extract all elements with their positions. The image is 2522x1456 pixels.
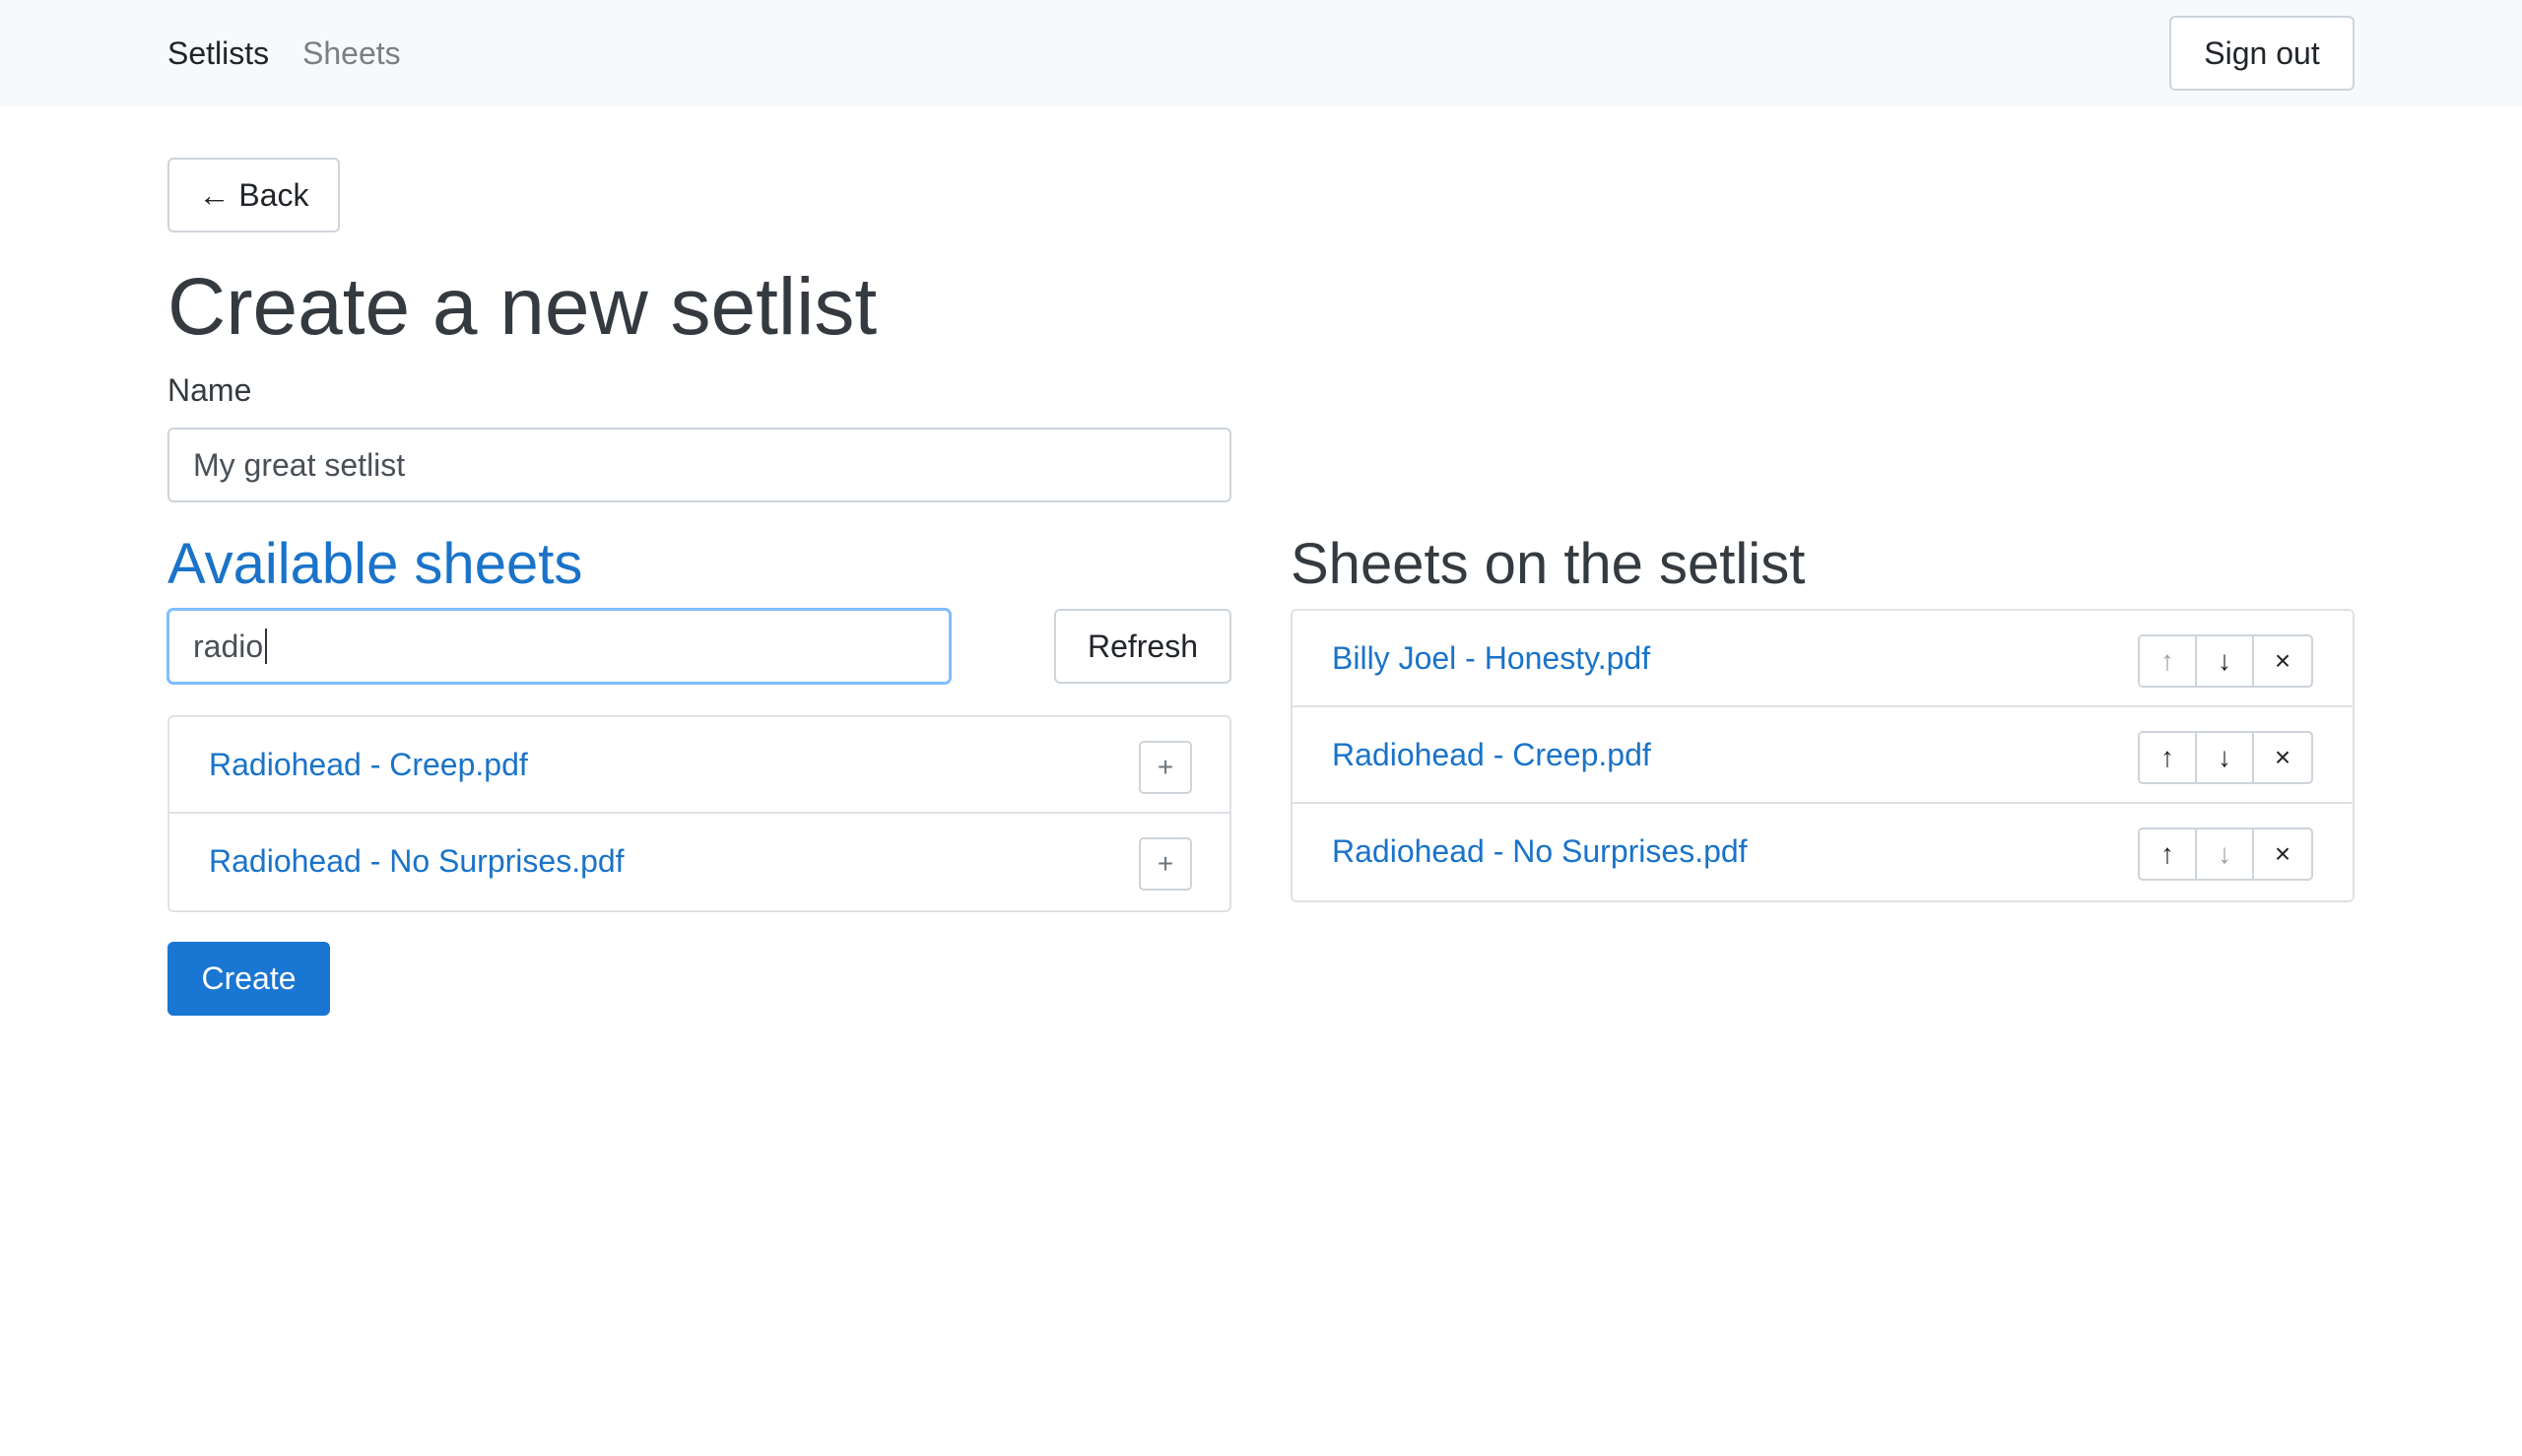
nav-link-sheets[interactable]: Sheets (302, 33, 401, 73)
page-title: Create a new setlist (167, 262, 878, 352)
list-item: Radiohead - Creep.pdf ↑ ↓ × (1293, 707, 2353, 804)
setlist-sheets-list: Billy Joel - Honesty.pdf ↑ ↓ × Radiohead… (1291, 609, 2355, 902)
reorder-button-group: ↑ ↓ × (2138, 634, 2313, 688)
sheet-link[interactable]: Radiohead - Creep.pdf (209, 745, 528, 784)
close-icon: × (2274, 645, 2291, 676)
arrow-up-icon: ↑ (2160, 838, 2174, 869)
setlist-sheets-heading: Sheets on the setlist (1291, 532, 1806, 596)
list-item: Radiohead - No Surprises.pdf + (169, 814, 1229, 910)
sheet-link[interactable]: Radiohead - No Surprises.pdf (1332, 831, 1748, 871)
reorder-button-group: ↑ ↓ × (2138, 827, 2313, 881)
move-up-button[interactable]: ↑ (2140, 636, 2197, 686)
arrow-down-icon: ↓ (2218, 645, 2231, 676)
sheet-link[interactable]: Radiohead - Creep.pdf (1332, 735, 1651, 774)
name-input[interactable]: My great setlist (167, 428, 1231, 502)
move-up-button[interactable]: ↑ (2140, 829, 2197, 879)
remove-button[interactable]: × (2254, 636, 2311, 686)
sheet-link[interactable]: Radiohead - No Surprises.pdf (209, 841, 625, 881)
move-down-button[interactable]: ↓ (2197, 829, 2254, 879)
nav-link-setlists[interactable]: Setlists (167, 33, 269, 73)
sheet-link[interactable]: Billy Joel - Honesty.pdf (1332, 638, 1650, 678)
name-label: Name (167, 372, 252, 408)
plus-icon: + (1157, 848, 1174, 879)
arrow-down-icon: ↓ (2218, 742, 2231, 772)
available-sheets-list: Radiohead - Creep.pdf + Radiohead - No S… (167, 715, 1231, 912)
add-sheet-button[interactable]: + (1139, 837, 1192, 891)
plus-icon: + (1157, 752, 1174, 782)
navbar: Setlists Sheets Sign out (0, 0, 2522, 106)
name-input-value: My great setlist (193, 446, 406, 483)
move-down-button[interactable]: ↓ (2197, 733, 2254, 782)
close-icon: × (2274, 742, 2291, 772)
close-icon: × (2274, 838, 2291, 869)
add-sheet-button[interactable]: + (1139, 741, 1192, 794)
create-button[interactable]: Create (167, 942, 330, 1016)
sign-out-button[interactable]: Sign out (2169, 16, 2355, 91)
remove-button[interactable]: × (2254, 733, 2311, 782)
move-down-button[interactable]: ↓ (2197, 636, 2254, 686)
list-item: Radiohead - No Surprises.pdf ↑ ↓ × (1293, 804, 2353, 900)
reorder-button-group: ↑ ↓ × (2138, 731, 2313, 784)
sheet-search-value: radio (193, 628, 264, 664)
list-item: Billy Joel - Honesty.pdf ↑ ↓ × (1293, 611, 2353, 707)
arrow-down-icon: ↓ (2218, 838, 2231, 869)
arrow-up-icon: ↑ (2160, 645, 2174, 676)
arrow-up-icon: ↑ (2160, 742, 2174, 772)
available-sheets-heading[interactable]: Available sheets (167, 530, 582, 599)
sheet-search-input[interactable]: radio (167, 609, 951, 684)
move-up-button[interactable]: ↑ (2140, 733, 2197, 782)
list-item: Radiohead - Creep.pdf + (169, 717, 1229, 814)
back-button[interactable]: ← Back (167, 158, 340, 232)
refresh-button[interactable]: Refresh (1054, 609, 1231, 684)
remove-button[interactable]: × (2254, 829, 2311, 879)
text-caret (265, 629, 268, 664)
